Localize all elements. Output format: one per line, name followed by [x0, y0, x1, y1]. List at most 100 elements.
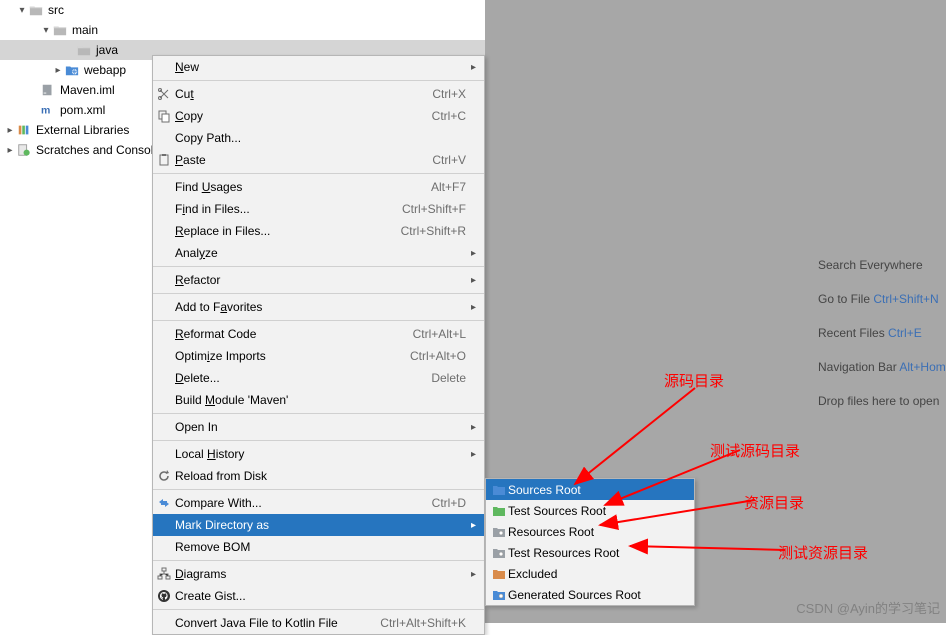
folder-type-icon: [490, 526, 508, 538]
menu-item-replace-in-files-[interactable]: Replace in Files...Ctrl+Shift+R: [153, 220, 484, 242]
menu-item-analyze[interactable]: Analyze▸: [153, 242, 484, 264]
tree-item-label: Scratches and Consoles: [36, 143, 166, 157]
submenu-arrow-icon: ▸: [466, 302, 476, 313]
menu-item-compare-with-[interactable]: Compare With...Ctrl+D: [153, 492, 484, 514]
chevron-right-icon[interactable]: [4, 125, 16, 136]
menu-item-find-usages[interactable]: Find UsagesAlt+F7: [153, 176, 484, 198]
submenu-item-test-resources-root[interactable]: Test Resources Root: [486, 542, 694, 563]
menu-item-delete-[interactable]: Delete...Delete: [153, 367, 484, 389]
menu-item-label: Cut: [175, 87, 432, 101]
submenu-arrow-icon: ▸: [466, 520, 476, 531]
menu-item-diagrams[interactable]: Diagrams▸: [153, 563, 484, 585]
menu-item-reload-from-disk[interactable]: Reload from Disk: [153, 465, 484, 487]
menu-item-convert-java-file-to-kotlin-file[interactable]: Convert Java File to Kotlin FileCtrl+Alt…: [153, 612, 484, 634]
tree-item-label: src: [48, 3, 64, 17]
submenu-arrow-icon: ▸: [466, 275, 476, 286]
tree-item-label: pom.xml: [60, 103, 105, 117]
menu-separator: [153, 413, 484, 414]
folder-type-icon: [490, 568, 508, 580]
menu-item-label: Build Module 'Maven': [175, 393, 466, 407]
menu-item-remove-bom[interactable]: Remove BOM: [153, 536, 484, 558]
tree-item-label: External Libraries: [36, 123, 129, 137]
menu-item-add-to-favorites[interactable]: Add to Favorites▸: [153, 296, 484, 318]
welcome-tips: Search EverywhereGo to File Ctrl+Shift+N…: [818, 258, 946, 428]
menu-item-mark-directory-as[interactable]: Mark Directory as▸: [153, 514, 484, 536]
folder-type-icon: [490, 484, 508, 496]
chevron-down-icon[interactable]: [16, 5, 28, 16]
tree-item-label: java: [96, 43, 118, 57]
menu-separator: [153, 440, 484, 441]
tree-item-label: Maven.iml: [60, 83, 115, 97]
menu-item-label: Local History: [175, 447, 466, 461]
lib-icon: [16, 123, 32, 137]
folder-icon: [28, 3, 44, 17]
submenu-item-generated-sources-root[interactable]: Generated Sources Root: [486, 584, 694, 605]
menu-item-optimize-imports[interactable]: Optimize ImportsCtrl+Alt+O: [153, 345, 484, 367]
tree-item-main[interactable]: main: [0, 20, 485, 40]
folder-type-icon: [490, 505, 508, 517]
copy-icon: [153, 109, 175, 123]
menu-item-label: Diagrams: [175, 567, 466, 581]
menu-separator: [153, 560, 484, 561]
chevron-right-icon[interactable]: [52, 65, 64, 76]
menu-item-label: Refactor: [175, 273, 466, 287]
tip-text: Search Everywhere: [818, 258, 946, 272]
tree-item-label: webapp: [84, 63, 126, 77]
maven-icon: m: [40, 103, 56, 117]
submenu-item-sources-root[interactable]: Sources Root: [486, 479, 694, 500]
folder-type-icon: [490, 547, 508, 559]
annotation-resources: 资源目录: [744, 492, 804, 513]
menu-item-create-gist-[interactable]: Create Gist...: [153, 585, 484, 607]
menu-item-label: Replace in Files...: [175, 224, 401, 238]
chevron-right-icon[interactable]: [4, 145, 16, 156]
menu-separator: [153, 173, 484, 174]
menu-item-label: Remove BOM: [175, 540, 466, 554]
menu-item-open-in[interactable]: Open In▸: [153, 416, 484, 438]
menu-item-label: Copy Path...: [175, 131, 466, 145]
compare-icon: [153, 496, 175, 510]
menu-item-cut[interactable]: CutCtrl+X: [153, 83, 484, 105]
submenu-item-label: Sources Root: [508, 483, 581, 497]
submenu-arrow-icon: ▸: [466, 248, 476, 259]
menu-shortcut: Ctrl+V: [432, 153, 466, 167]
reload-icon: [153, 469, 175, 483]
menu-item-reformat-code[interactable]: Reformat CodeCtrl+Alt+L: [153, 323, 484, 345]
menu-item-label: Convert Java File to Kotlin File: [175, 616, 380, 630]
menu-item-copy[interactable]: CopyCtrl+C: [153, 105, 484, 127]
folder-type-icon: [490, 589, 508, 601]
menu-item-label: Add to Favorites: [175, 300, 466, 314]
menu-item-paste[interactable]: PasteCtrl+V: [153, 149, 484, 171]
submenu-item-label: Test Resources Root: [508, 546, 619, 560]
menu-shortcut: Ctrl+Alt+L: [413, 327, 466, 341]
menu-item-label: Paste: [175, 153, 432, 167]
menu-item-label: Delete...: [175, 371, 431, 385]
menu-shortcut: Ctrl+Alt+Shift+K: [380, 616, 466, 630]
tree-item-src[interactable]: src: [0, 0, 485, 20]
menu-shortcut: Ctrl+Shift+R: [401, 224, 466, 238]
menu-shortcut: Ctrl+Alt+O: [410, 349, 466, 363]
submenu-item-resources-root[interactable]: Resources Root: [486, 521, 694, 542]
submenu-item-excluded[interactable]: Excluded: [486, 563, 694, 584]
submenu-arrow-icon: ▸: [466, 62, 476, 73]
menu-item-copy-path-[interactable]: Copy Path...: [153, 127, 484, 149]
annotation-test-sources: 测试源码目录: [710, 440, 800, 461]
menu-item-label: New: [175, 60, 466, 74]
submenu-item-test-sources-root[interactable]: Test Sources Root: [486, 500, 694, 521]
submenu-arrow-icon: ▸: [466, 422, 476, 433]
menu-item-local-history[interactable]: Local History▸: [153, 443, 484, 465]
menu-item-label: Compare With...: [175, 496, 432, 510]
tip-text: Navigation Bar Alt+Home: [818, 360, 946, 374]
menu-item-new[interactable]: New▸: [153, 56, 484, 78]
diagram-icon: [153, 567, 175, 581]
menu-item-build-module-maven-[interactable]: Build Module 'Maven': [153, 389, 484, 411]
menu-item-label: Open In: [175, 420, 466, 434]
submenu-item-label: Excluded: [508, 567, 557, 581]
context-menu: New▸CutCtrl+XCopyCtrl+CCopy Path...Paste…: [152, 55, 485, 635]
menu-shortcut: Ctrl+D: [432, 496, 466, 510]
menu-item-find-in-files-[interactable]: Find in Files...Ctrl+Shift+F: [153, 198, 484, 220]
annotation-sources: 源码目录: [664, 370, 724, 391]
tree-item-label: main: [72, 23, 98, 37]
chevron-down-icon[interactable]: [40, 25, 52, 36]
menu-item-refactor[interactable]: Refactor▸: [153, 269, 484, 291]
submenu-item-label: Test Sources Root: [508, 504, 606, 518]
